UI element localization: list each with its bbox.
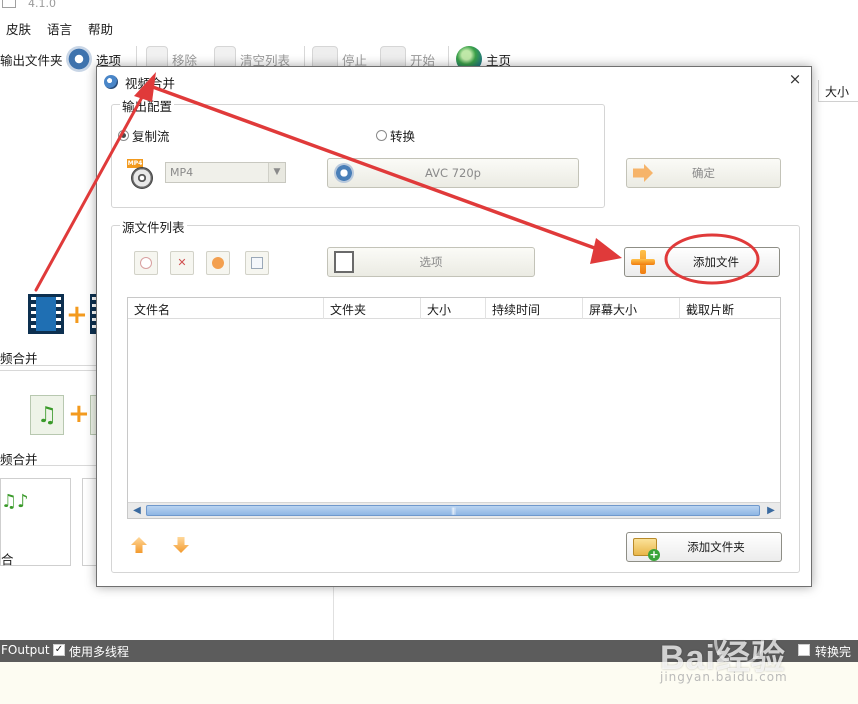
film-icon	[28, 294, 64, 334]
dialog-title: 视频合并	[125, 76, 176, 91]
video-join-label: 频合并	[0, 351, 38, 366]
source-options-label: 选项	[419, 255, 443, 269]
add-folder-label: 添加文件夹	[687, 540, 745, 554]
output-folder-button[interactable]: 输出文件夹	[0, 44, 63, 74]
scroll-left-icon[interactable]: ◀	[130, 504, 144, 517]
column-duration[interactable]: 持续时间	[486, 298, 583, 319]
format-select-value: MP4	[170, 166, 194, 179]
output-folder-label: 输出文件夹	[0, 52, 63, 68]
ok-label: 确定	[692, 166, 715, 180]
scroll-grip: |||	[451, 507, 456, 515]
menu-language[interactable]: 语言	[47, 19, 72, 38]
multithread-checkbox[interactable]: ✓	[53, 644, 65, 656]
music-note-icon: ♫	[30, 395, 64, 435]
file-list-header: 文件名 文件夹 大小 持续时间 屏幕大小 截取片断	[128, 298, 780, 319]
radio-selected-icon	[118, 130, 129, 141]
horizontal-scrollbar[interactable]: ◀ ||| ▶	[128, 502, 780, 518]
source-options-button[interactable]: 选项	[327, 247, 535, 277]
left-function-panel: + 频合并 ♫ + 频合并 ♫♪ 合	[0, 260, 100, 640]
video-join-card[interactable]: + 频合并	[0, 280, 100, 366]
film-icon	[334, 251, 354, 273]
menu-help[interactable]: 帮助	[88, 19, 113, 38]
next-card[interactable]	[82, 478, 96, 566]
profile-label: AVC 720p	[425, 166, 481, 180]
remove-file-button[interactable]	[134, 251, 158, 275]
multithread-label: 使用多线程	[69, 645, 130, 659]
folder-add-icon	[633, 538, 660, 561]
menu-bar: 皮肤 语言 帮助	[6, 19, 113, 38]
plus-icon: +	[66, 300, 88, 330]
app-version: 4.1.0	[28, 0, 56, 10]
menu-skin[interactable]: 皮肤	[6, 19, 31, 38]
app-icon	[2, 0, 16, 8]
plus-icon	[631, 250, 655, 274]
convert-label: 转换	[390, 129, 416, 144]
close-button[interactable]: ×	[787, 71, 803, 87]
scroll-right-icon[interactable]: ▶	[764, 504, 778, 517]
radio-unselected-icon	[376, 130, 387, 141]
copy-stream-label: 复制流	[132, 129, 170, 144]
gear-icon	[66, 46, 92, 72]
output-path: FOutput	[1, 643, 50, 657]
audio-join-label: 频合并	[0, 452, 38, 467]
plus-icon: +	[68, 399, 90, 429]
scroll-thumb[interactable]: |||	[146, 505, 760, 516]
column-size[interactable]: 大小	[421, 298, 486, 319]
clear-files-button[interactable]: ✕	[170, 251, 194, 275]
watermark: Bai经验 jingyan.baidu.com	[660, 616, 850, 692]
panel-divider	[333, 586, 334, 640]
close-icon: ✕	[177, 256, 187, 269]
add-file-button[interactable]: 添加文件	[624, 247, 780, 277]
music-merge-icon: ♫♪	[1, 491, 29, 512]
audio-join-card[interactable]: ♫ + 频合并	[0, 370, 98, 467]
output-config-title: 输出配置	[120, 96, 175, 115]
column-folder[interactable]: 文件夹	[324, 298, 421, 319]
column-filename[interactable]: 文件名	[128, 298, 324, 319]
mp4-format-icon: MP4	[127, 159, 153, 191]
add-folder-button[interactable]: 添加文件夹	[626, 532, 782, 562]
file-list[interactable]: 文件名 文件夹 大小 持续时间 屏幕大小 截取片断 ◀ ||| ▶	[127, 297, 781, 519]
watermark-url: jingyan.baidu.com	[660, 670, 788, 684]
arrow-right-icon	[633, 164, 653, 182]
source-list-title: 源文件列表	[120, 217, 187, 236]
document-remove-icon	[140, 257, 152, 269]
column-clip[interactable]: 截取片断	[680, 298, 780, 319]
info-icon	[251, 257, 263, 269]
info-button[interactable]	[245, 251, 269, 275]
convert-radio[interactable]: 转换	[376, 126, 415, 145]
add-file-label: 添加文件	[693, 255, 739, 269]
column-screen-size[interactable]: 屏幕大小	[583, 298, 680, 319]
video-join-dialog: 视频合并 × 输出配置 复制流 转换 MP4 MP4 ▼ AVC 720p 确定…	[96, 66, 812, 587]
play-icon	[212, 257, 224, 269]
play-button[interactable]	[206, 251, 230, 275]
merge-label: 合	[1, 552, 14, 567]
ok-button[interactable]: 确定	[626, 158, 781, 188]
reel-icon	[104, 75, 118, 89]
output-config-group: 输出配置	[111, 96, 605, 208]
profile-button[interactable]: AVC 720p	[327, 158, 579, 188]
list-column-size[interactable]: 大小	[818, 80, 858, 102]
settings-icon	[334, 163, 354, 183]
copy-stream-radio[interactable]: 复制流	[118, 126, 170, 145]
chevron-down-icon[interactable]: ▼	[268, 163, 285, 182]
format-select[interactable]: MP4 ▼	[165, 162, 286, 183]
audio-merge-card[interactable]: ♫♪ 合	[0, 478, 71, 567]
